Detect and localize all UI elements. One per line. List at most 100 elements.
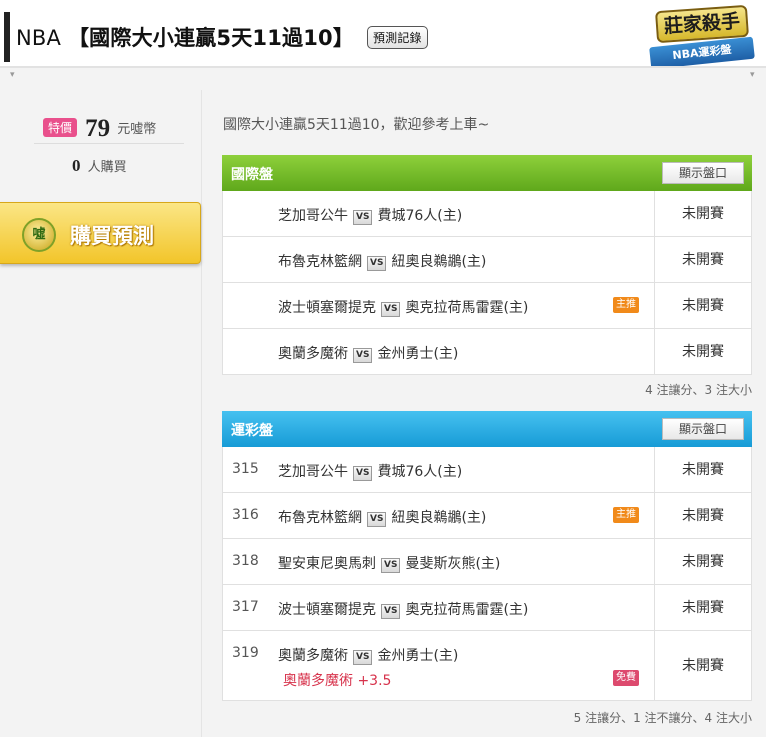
away-team: 奧蘭多魔術: [278, 648, 348, 664]
main-pick-badge: 主推: [613, 507, 639, 523]
away-team: 布魯克林籃網: [278, 254, 362, 270]
table-row: 315 芝加哥公牛 VS 費城76人(主) 未開賽: [222, 447, 752, 493]
title-prefix: NBA: [16, 26, 62, 50]
table-row: 317 波士頓塞爾提克 VS 奧克拉荷馬雷霆(主) 未開賽: [222, 585, 752, 631]
special-price-badge: 特價: [43, 118, 78, 137]
match-cell: 319 奧蘭多魔術 VS 金州勇士(主) 奧蘭多魔術 +3.5 免費: [223, 631, 655, 700]
buyers-count: 0: [72, 156, 81, 175]
table-row: 319 奧蘭多魔術 VS 金州勇士(主) 奧蘭多魔術 +3.5 免費 未開賽: [222, 631, 752, 701]
away-team: 布魯克林籃網: [278, 510, 362, 526]
coin-icon: 噓: [22, 218, 56, 252]
home-team: 紐奧良鵜鶘(主): [391, 254, 487, 270]
match-status: 未開賽: [682, 554, 724, 570]
table-row: 318 聖安東尼奧馬刺 VS 曼斐斯灰熊(主) 未開賽: [222, 539, 752, 585]
show-odds-button[interactable]: 顯示盤口: [662, 418, 744, 440]
international-panel-title: 國際盤: [231, 167, 273, 183]
match-status: 未開賽: [682, 298, 724, 314]
match-cell: 316 布魯克林籃網 VS 紐奧良鵜鶘(主) 主推: [223, 493, 655, 538]
buy-prediction-button[interactable]: 噓 購買預測: [0, 202, 201, 264]
matchup: 芝加哥公牛 VS 費城76人(主): [278, 205, 462, 225]
table-row: 奧蘭多魔術 VS 金州勇士(主) 未開賽: [222, 329, 752, 375]
price-unit: 元噓幣: [117, 122, 157, 137]
match-status: 未開賽: [682, 462, 724, 478]
buy-prediction-label: 購買預測: [70, 224, 154, 248]
home-team: 費城76人(主): [377, 208, 463, 224]
away-team: 波士頓塞爾提克: [278, 300, 376, 316]
match-cell: 布魯克林籃網 VS 紐奧良鵜鶘(主): [223, 237, 655, 282]
international-panel: 國際盤 顯示盤口 芝加哥公牛 VS 費城76人(主) 未開賽 布魯克林籃網 VS 紐奧良…: [222, 155, 752, 375]
sportslottery-panel-title: 運彩盤: [231, 423, 273, 439]
pin-icon: ▾: [10, 70, 15, 80]
price-info: 特價 79 元噓幣: [43, 115, 156, 143]
free-badge: 免費: [613, 670, 639, 686]
vs-icon: VS: [353, 210, 373, 225]
vs-icon: VS: [353, 348, 373, 363]
matchup: 布魯克林籃網 VS 紐奧良鵜鶘(主): [278, 251, 486, 271]
away-team: 聖安東尼奧馬刺: [278, 556, 376, 572]
sportslottery-panel-header: 運彩盤 顯示盤口: [222, 411, 752, 447]
page-title: NBA 【國際大小連贏5天11過10】 預測記錄: [16, 22, 428, 52]
match-status: 未開賽: [682, 252, 724, 268]
match-status: 未開賽: [682, 508, 724, 524]
prediction-record-button[interactable]: 預測記錄: [366, 26, 428, 49]
home-team: 費城76人(主): [377, 464, 463, 480]
price-divider: [34, 143, 184, 144]
header-accent-bar: [4, 12, 10, 62]
buyers-info: 0 人購買: [72, 156, 127, 176]
game-number: 316: [232, 507, 259, 523]
pin-icon: ▾: [750, 70, 755, 80]
away-team: 奧蘭多魔術: [278, 346, 348, 362]
home-team: 金州勇士(主): [377, 648, 459, 664]
pick-handicap: 奧蘭多魔術 +3.5: [283, 673, 392, 689]
sportslottery-summary: 5 注讓分、1 注不讓分、4 注大小: [573, 711, 752, 725]
table-row: 布魯克林籃網 VS 紐奧良鵜鶘(主) 未開賽: [222, 237, 752, 283]
vs-icon: VS: [381, 604, 401, 619]
vs-icon: VS: [381, 558, 401, 573]
matchup: 波士頓塞爾提克 VS 奧克拉荷馬雷霆(主): [278, 599, 528, 619]
game-number: 318: [232, 553, 259, 569]
vs-icon: VS: [353, 650, 373, 665]
match-status: 未開賽: [682, 344, 724, 360]
home-team: 金州勇士(主): [377, 346, 459, 362]
match-status: 未開賽: [682, 206, 724, 222]
vs-icon: VS: [381, 302, 401, 317]
away-team: 芝加哥公牛: [278, 208, 348, 224]
match-cell: 318 聖安東尼奧馬刺 VS 曼斐斯灰熊(主): [223, 539, 655, 584]
away-team: 芝加哥公牛: [278, 464, 348, 480]
vs-icon: VS: [367, 512, 387, 527]
sportslottery-panel: 運彩盤 顯示盤口 315 芝加哥公牛 VS 費城76人(主) 未開賽 316 布魯克…: [222, 411, 752, 701]
match-cell: 315 芝加哥公牛 VS 費城76人(主): [223, 447, 655, 492]
table-row: 波士頓塞爾提克 VS 奧克拉荷馬雷霆(主) 主推 未開賽: [222, 283, 752, 329]
international-summary: 4 注讓分、3 注大小: [645, 383, 752, 397]
show-odds-button[interactable]: 顯示盤口: [662, 162, 744, 184]
match-cell: 奧蘭多魔術 VS 金州勇士(主): [223, 329, 655, 374]
match-cell: 317 波士頓塞爾提克 VS 奧克拉荷馬雷霆(主): [223, 585, 655, 630]
price-value: 79: [85, 115, 111, 142]
vs-icon: VS: [353, 466, 373, 481]
sidebar-divider: [201, 90, 202, 737]
page-header: NBA 【國際大小連贏5天11過10】 預測記錄 莊家殺手 NBA運彩盤: [0, 0, 766, 70]
game-number: 317: [232, 599, 259, 615]
home-team: 奧克拉荷馬雷霆(主): [405, 602, 529, 618]
vs-icon: VS: [367, 256, 387, 271]
game-number: 315: [232, 461, 259, 477]
game-number: 319: [232, 645, 259, 661]
matchup: 奧蘭多魔術 VS 金州勇士(主): [278, 343, 458, 363]
title-main: 【國際大小連贏5天11過10】: [67, 26, 355, 50]
buyers-label: 人購買: [87, 160, 127, 175]
main-pick-badge: 主推: [613, 297, 639, 313]
home-team: 曼斐斯灰熊(主): [405, 556, 501, 572]
match-cell: 波士頓塞爾提克 VS 奧克拉荷馬雷霆(主) 主推: [223, 283, 655, 328]
table-row: 316 布魯克林籃網 VS 紐奧良鵜鶘(主) 主推 未開賽: [222, 493, 752, 539]
away-team: 波士頓塞爾提克: [278, 602, 376, 618]
match-cell: 芝加哥公牛 VS 費城76人(主): [223, 191, 655, 236]
home-team: 紐奧良鵜鶘(主): [391, 510, 487, 526]
matchup: 芝加哥公牛 VS 費城76人(主): [278, 461, 462, 481]
international-panel-header: 國際盤 顯示盤口: [222, 155, 752, 191]
table-row: 芝加哥公牛 VS 費城76人(主) 未開賽: [222, 191, 752, 237]
home-team: 奧克拉荷馬雷霆(主): [405, 300, 529, 316]
match-status: 未開賽: [682, 658, 724, 674]
intro-text: 國際大小連贏5天11過10，歡迎參考上車~: [223, 117, 490, 133]
matchup: 聖安東尼奧馬刺 VS 曼斐斯灰熊(主): [278, 553, 500, 573]
matchup: 布魯克林籃網 VS 紐奧良鵜鶘(主): [278, 507, 486, 527]
